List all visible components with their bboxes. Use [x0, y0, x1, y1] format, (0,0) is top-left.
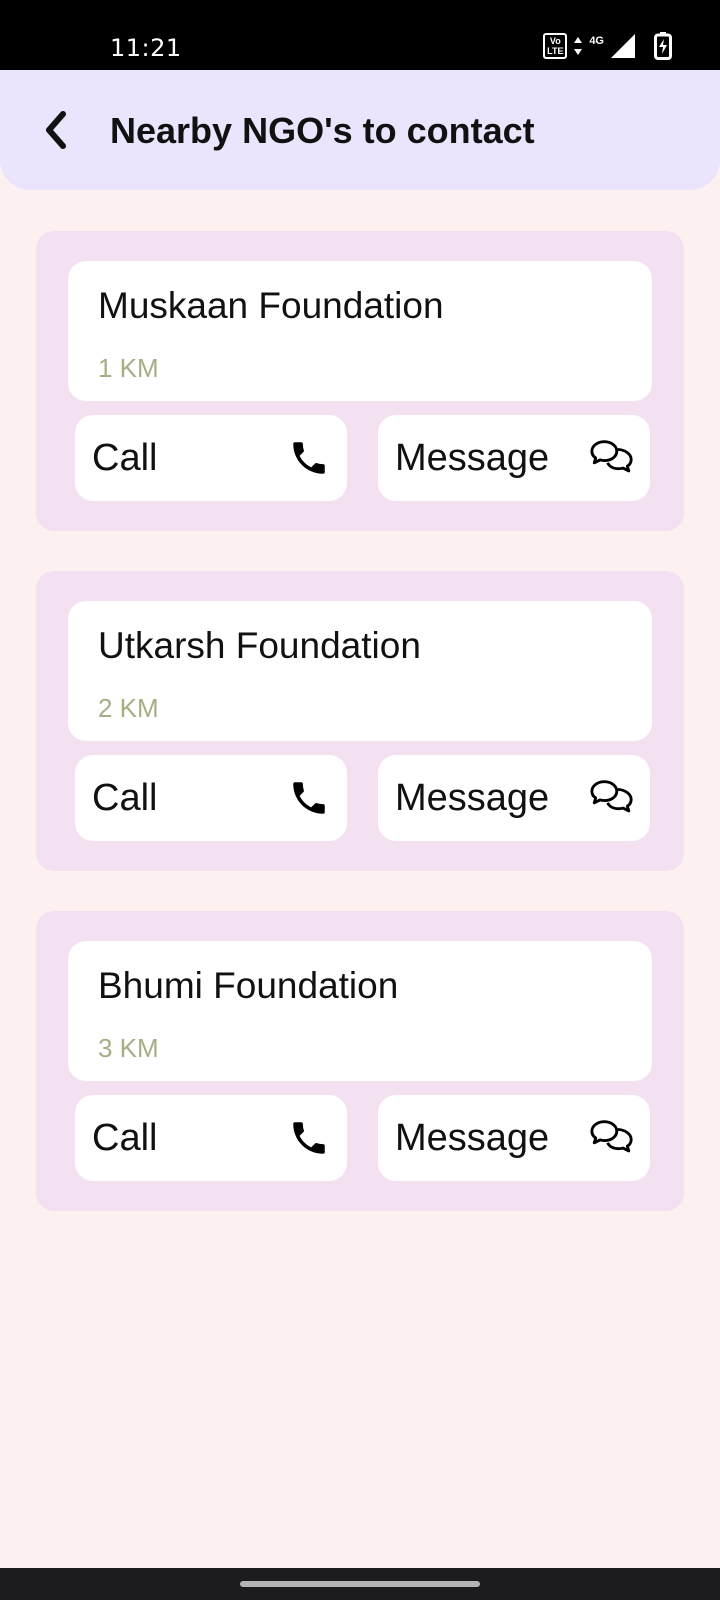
message-button[interactable]: Message: [378, 415, 650, 501]
message-button[interactable]: Message: [378, 1095, 650, 1181]
app-header: Nearby NGO's to contact: [0, 70, 720, 190]
call-button[interactable]: Call: [75, 1095, 347, 1181]
network-type-label: 4G: [589, 35, 604, 47]
chat-bubbles-icon: [589, 1115, 635, 1161]
status-icons: Vo LTE 4G: [543, 32, 672, 60]
call-button-label: Call: [92, 1117, 158, 1159]
volte-icon: Vo LTE: [543, 33, 568, 59]
ngo-distance: 1 KM: [98, 353, 159, 383]
ngo-name: Utkarsh Foundation: [98, 625, 421, 666]
back-button[interactable]: [34, 106, 78, 154]
call-button-label: Call: [92, 777, 158, 819]
message-button[interactable]: Message: [378, 755, 650, 841]
message-button-label: Message: [395, 1117, 550, 1159]
message-button-label: Message: [395, 437, 550, 479]
ngo-name: Muskaan Foundation: [98, 285, 444, 326]
chevron-left-icon: [46, 111, 66, 149]
status-time: 11:21: [110, 34, 182, 62]
home-gesture-handle[interactable]: [240, 1581, 480, 1587]
message-button-label: Message: [395, 777, 550, 819]
ngo-info[interactable]: Utkarsh Foundation 2 KM: [68, 601, 652, 741]
ngo-info[interactable]: Bhumi Foundation 3 KM: [68, 941, 652, 1081]
battery-charging-icon: [654, 32, 672, 60]
phone-icon: [286, 435, 332, 481]
page-title: Nearby NGO's to contact: [110, 110, 535, 151]
call-button-label: Call: [92, 437, 158, 479]
navigation-bar: [0, 1568, 720, 1600]
signal-icon: [611, 34, 635, 58]
ngo-card: Bhumi Foundation 3 KM Call Message: [36, 911, 684, 1211]
ngo-name: Bhumi Foundation: [98, 965, 399, 1006]
ngo-card: Muskaan Foundation 1 KM Call Message: [36, 231, 684, 531]
ngo-distance: 3 KM: [98, 1033, 159, 1063]
ngo-distance: 2 KM: [98, 693, 159, 723]
phone-icon: [286, 1115, 332, 1161]
chat-bubbles-icon: [589, 435, 635, 481]
data-arrows-icon: [574, 37, 583, 55]
chat-bubbles-icon: [589, 775, 635, 821]
status-bar: 11:21 Vo LTE 4G: [0, 0, 720, 70]
call-button[interactable]: Call: [75, 415, 347, 501]
ngo-card: Utkarsh Foundation 2 KM Call Message: [36, 571, 684, 871]
phone-icon: [286, 775, 332, 821]
call-button[interactable]: Call: [75, 755, 347, 841]
ngo-info[interactable]: Muskaan Foundation 1 KM: [68, 261, 652, 401]
